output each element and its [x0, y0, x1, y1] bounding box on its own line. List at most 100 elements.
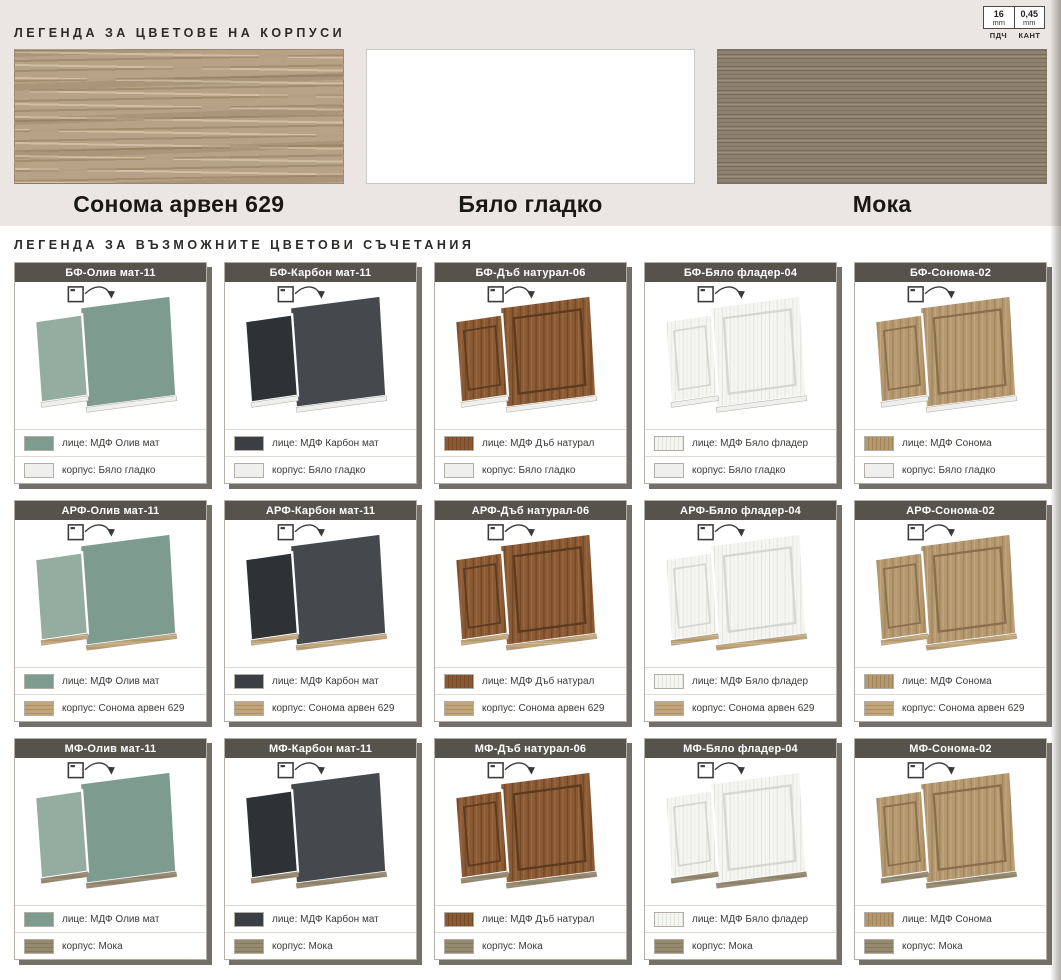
body-label: корпус: Мока [902, 941, 963, 952]
body-label: корпус: Бяло гладко [272, 465, 365, 476]
face-swatch [444, 912, 474, 927]
body-label: корпус: Мока [62, 941, 123, 952]
door-panels-illustration [435, 758, 626, 905]
combos-section: ЛЕГЕНДА ЗА ВЪЗМОЖНИТЕ ЦВЕТОВИ СЪЧЕТАНИЯ … [0, 226, 1061, 960]
combo-card: АРФ-Карбон мат-11 лице: МДФ Карбон маткор… [224, 500, 417, 722]
face-legend-row: лице: МДФ Сонома [855, 905, 1046, 932]
spec-cells: 16 mm 0,45 mm [983, 6, 1045, 29]
card-legend: лице: МДФ Карбон мат корпус: Мока [225, 905, 416, 959]
combo-card-title: БФ-Сонома-02 [855, 263, 1046, 282]
door-panels-svg [435, 758, 626, 905]
combo-card: МФ-Дъб натурал-06лице: МДФ Дъб натуралко… [434, 738, 627, 960]
face-legend-row: лице: МДФ Бяло фладер [645, 905, 836, 932]
door-panels-illustration [645, 758, 836, 905]
body-label: корпус: Бяло гладко [692, 465, 785, 476]
card-legend: лице: МДФ Олив маткорпус: Бяло гладко [15, 429, 206, 483]
face-swatch [864, 436, 894, 451]
body-label: корпус: Мока [272, 941, 333, 952]
door-panels-svg [435, 520, 626, 667]
face-label: лице: МДФ Сонома [902, 914, 992, 925]
face-label: лице: МДФ Карбон мат [272, 914, 379, 925]
face-label: лице: МДФ Сонома [902, 676, 992, 687]
door-panels-svg [645, 758, 836, 905]
body-label: корпус: Сонома арвен 629 [272, 703, 394, 714]
door-panels-svg [225, 758, 416, 905]
combo-card-title: АРФ-Дъб натурал-06 [435, 501, 626, 520]
door-panels-illustration [645, 520, 836, 667]
combo-card: МФ-Сонома-02 лице: МДФ Сонома корпус: Мока [854, 738, 1047, 960]
body-label: корпус: Бяло гладко [482, 465, 575, 476]
combo-card: МФ-Карбон мат-11лице: МДФ Карбон маткорп… [224, 738, 417, 960]
combo-card: АРФ-Бяло фладер-04лице: МДФ Бяло фладерк… [644, 500, 837, 722]
body-swatch [234, 939, 264, 954]
door-panels-illustration [855, 520, 1046, 667]
moka-name: Мока [717, 191, 1047, 218]
body-swatch [654, 939, 684, 954]
door-panels-illustration [15, 520, 206, 667]
body-swatch [234, 463, 264, 478]
face-label: лице: МДФ Бяло фладер [692, 676, 808, 687]
card-legend: лице: МДФ Сонома корпус: Мока [855, 905, 1046, 959]
face-legend-row: лице: МДФ Карбон мат [225, 429, 416, 456]
card-legend: лице: МДФ Карбон маткорпус: Сонома арвен… [225, 667, 416, 721]
face-swatch [444, 674, 474, 689]
combo-cards-grid: БФ-Олив мат-11лице: МДФ Олив маткорпус: … [14, 262, 1047, 960]
body-legend-row: корпус: Мока [855, 932, 1046, 959]
face-swatch [234, 912, 264, 927]
combo-card-title: БФ-Олив мат-11 [15, 263, 206, 282]
door-panels-svg [855, 520, 1046, 667]
door-panels-illustration [225, 282, 416, 429]
pdch-label: ПДЧ [983, 31, 1014, 40]
body-swatch [654, 701, 684, 716]
bodies-legend-section: 16 mm 0,45 mm ПДЧ КАНТ ЛЕГЕНДА ЗА ЦВЕТОВ… [0, 0, 1061, 226]
body-label: корпус: Сонома арвен 629 [62, 703, 184, 714]
door-panels-illustration [435, 282, 626, 429]
combo-card-title: АРФ-Карбон мат-11 [225, 501, 416, 520]
body-legend-row: корпус: Мока [225, 932, 416, 959]
body-legend-row: корпус: Сонома арвен 629 [15, 694, 206, 721]
face-legend-row: лице: МДФ Бяло фладер [645, 667, 836, 694]
body-swatch [24, 463, 54, 478]
door-panels-illustration [15, 282, 206, 429]
combo-card-title: МФ-Сонома-02 [855, 739, 1046, 758]
body-swatch [444, 701, 474, 716]
kant-label: КАНТ [1014, 31, 1045, 40]
door-panels-svg [15, 282, 206, 429]
moka-swatch [717, 49, 1047, 184]
face-label: лице: МДФ Олив мат [62, 676, 159, 687]
swatch-block-sonoma-arven: Сонома арвен 629 [14, 49, 344, 218]
face-legend-row: лице: МДФ Дъб натурал [435, 429, 626, 456]
face-legend-row: лице: МДФ Дъб натурал [435, 905, 626, 932]
body-legend-row: корпус: Сонома арвен 629 [225, 694, 416, 721]
spec-labels: ПДЧ КАНТ [983, 31, 1045, 40]
face-swatch [24, 436, 54, 451]
combo-card-title: АРФ-Сонома-02 [855, 501, 1046, 520]
face-swatch [654, 436, 684, 451]
body-swatch [444, 939, 474, 954]
body-swatch [864, 939, 894, 954]
body-legend-row: корпус: Бяло гладко [435, 456, 626, 483]
body-swatches-row: Сонома арвен 629 Бяло гладко Мока [14, 49, 1047, 218]
door-panels-svg [855, 758, 1046, 905]
door-panels-illustration [15, 758, 206, 905]
pdch-thickness-cell: 16 mm [984, 7, 1014, 28]
face-legend-row: лице: МДФ Бяло фладер [645, 429, 836, 456]
body-legend-row: корпус: Сонома арвен 629 [435, 694, 626, 721]
face-swatch [864, 674, 894, 689]
face-legend-row: лице: МДФ Сонома [855, 429, 1046, 456]
sonoma-arven-swatch [14, 49, 344, 184]
body-label: корпус: Сонома арвен 629 [482, 703, 604, 714]
face-swatch [654, 674, 684, 689]
door-panels-svg [645, 520, 836, 667]
combo-card: МФ-Олив мат-11лице: МДФ Олив маткорпус: … [14, 738, 207, 960]
card-legend: лице: МДФ Карбон мат корпус: Бяло гладко [225, 429, 416, 483]
door-panels-svg [855, 282, 1046, 429]
face-legend-row: лице: МДФ Дъб натурал [435, 667, 626, 694]
face-legend-row: лице: МДФ Карбон мат [225, 905, 416, 932]
combo-card-title: МФ-Бяло фладер-04 [645, 739, 836, 758]
door-panels-svg [435, 282, 626, 429]
body-label: корпус: Мока [692, 941, 753, 952]
face-legend-row: лице: МДФ Олив мат [15, 667, 206, 694]
face-swatch [864, 912, 894, 927]
face-label: лице: МДФ Дъб натурал [482, 676, 594, 687]
